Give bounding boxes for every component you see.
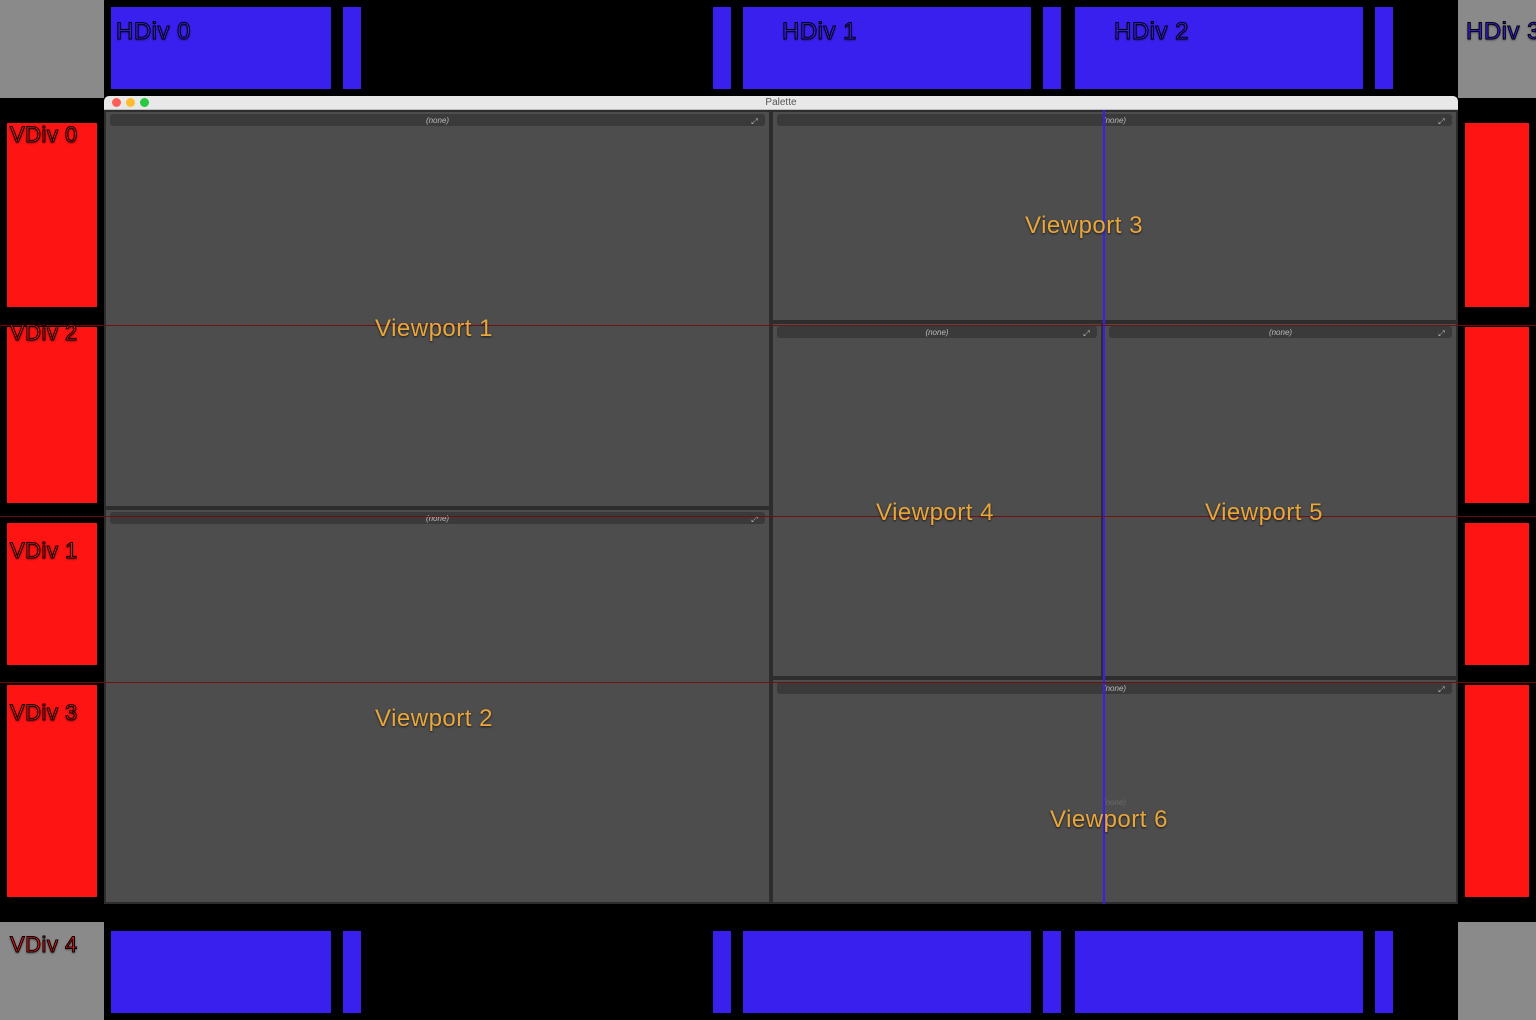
hdiv-label-2: HDiv 2 [1114, 18, 1189, 46]
vdiv-label-0: VDiv 0 [10, 122, 78, 148]
top-blue-1a [710, 4, 734, 92]
expand-icon[interactable]: ⤢ [1437, 329, 1446, 338]
pane-header[interactable]: (none) ⤢ [110, 512, 765, 524]
top-blue-2a [1040, 4, 1064, 92]
bot-blue-1a [710, 928, 734, 1016]
right-red-2 [1462, 520, 1532, 668]
corner-top-right [1458, 0, 1536, 98]
bot-blue-0b [340, 928, 364, 1016]
top-blue-0b [340, 4, 364, 92]
bot-blue-1b [740, 928, 1034, 1016]
left-red-0 [4, 120, 100, 310]
hdiv-label-0: HDiv 0 [116, 18, 191, 46]
vdiv-label-1: VDiv 1 [10, 538, 78, 564]
bot-blue-3a [1372, 928, 1396, 1016]
bot-blue-2a [1040, 928, 1064, 1016]
expand-icon[interactable]: ⤢ [1437, 685, 1446, 694]
expand-icon[interactable]: ⤢ [750, 117, 759, 126]
viewport-label-4: Viewport 4 [876, 499, 994, 527]
viewport-label-6: Viewport 6 [1050, 806, 1168, 834]
right-red-0 [1462, 120, 1532, 310]
viewport-label-2: Viewport 2 [375, 705, 493, 733]
right-red-3 [1462, 682, 1532, 900]
corner-bot-right [1458, 922, 1536, 1020]
viewport-pane-6[interactable]: (none) ⤢ (none) [771, 678, 1458, 904]
viewport-label-5: Viewport 5 [1205, 499, 1323, 527]
left-red-1 [4, 324, 100, 506]
corner-top-left [0, 0, 104, 98]
separator-bot [0, 908, 1536, 914]
window-title: Palette [104, 96, 1458, 110]
pane-header[interactable]: (none) ⤢ [1109, 326, 1452, 338]
hdiv-label-1: HDiv 1 [782, 18, 857, 46]
pane-header-label: (none) [925, 328, 948, 337]
expand-icon[interactable]: ⤢ [1437, 117, 1446, 126]
right-red-1 [1462, 324, 1532, 506]
pane-header-label: (none) [1269, 328, 1292, 337]
vdiv-label-4: VDiv 4 [10, 932, 78, 958]
viewport-label-1: Viewport 1 [375, 315, 493, 343]
pane-header[interactable]: (none) ⤢ [777, 114, 1452, 126]
bot-blue-2b [1072, 928, 1366, 1016]
vdiv-label-2: VDiv 2 [10, 320, 78, 346]
viewport-pane-1[interactable]: (none) ⤢ [104, 110, 771, 508]
pane-header[interactable]: (none) ⤢ [110, 114, 765, 126]
pane-header-label: (none) [1103, 116, 1126, 125]
pane-header-label: (none) [426, 116, 449, 125]
top-blue-3a [1372, 4, 1396, 92]
pane-header[interactable]: (none) ⤢ [777, 326, 1097, 338]
diagram-stage: { "window": { "title": "Palette" }, "pan… [0, 0, 1536, 1020]
vdiv-rule-3 [0, 682, 1536, 683]
expand-icon[interactable]: ⤢ [1082, 329, 1091, 338]
bot-blue-0a [108, 928, 334, 1016]
viewport-label-3: Viewport 3 [1025, 212, 1143, 240]
pane-header-label: (none) [1103, 684, 1126, 693]
vdiv-label-3: VDiv 3 [10, 700, 78, 726]
vdiv-rule-2 [0, 325, 1536, 326]
hdiv-label-3: HDiv 3 [1466, 18, 1536, 46]
pane-header-label: (none) [426, 514, 449, 523]
pane-header[interactable]: (none) ⤢ [777, 682, 1452, 694]
window-titlebar[interactable]: Palette [104, 96, 1458, 110]
